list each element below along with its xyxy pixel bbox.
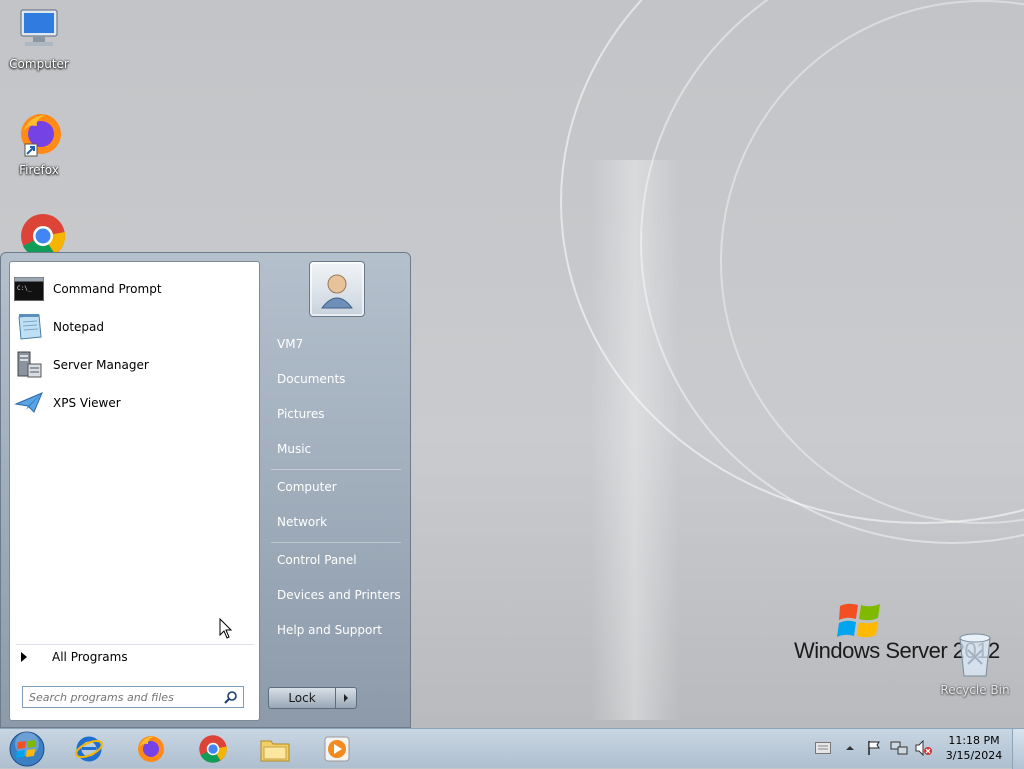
- desktop-icon-label: Firefox: [19, 163, 59, 177]
- desktop-icon-recycle-bin[interactable]: Recycle Bin: [940, 630, 1010, 697]
- desktop-icon-label: Recycle Bin: [940, 683, 1010, 697]
- desktop-icon-label: Computer: [9, 57, 69, 71]
- program-label: Notepad: [53, 320, 104, 334]
- firefox-icon: [138, 736, 164, 762]
- file-explorer-icon: [260, 740, 290, 762]
- user-icon: [320, 274, 354, 309]
- desktop-icon-firefox[interactable]: Firefox: [4, 110, 74, 177]
- clock-time: 11:18 PM: [948, 734, 1000, 747]
- program-command-prompt[interactable]: C:\_ Command Prompt: [13, 272, 256, 306]
- program-label: XPS Viewer: [53, 396, 121, 410]
- svg-text:C:\_: C:\_: [17, 285, 32, 292]
- lock-button[interactable]: Lock: [268, 687, 336, 709]
- volume-muted-icon[interactable]: [915, 740, 933, 756]
- clock-date: 3/15/2024: [945, 749, 1003, 762]
- start-button[interactable]: [2, 731, 52, 767]
- right-item-computer[interactable]: Computer: [269, 472, 407, 502]
- network-icon[interactable]: [890, 740, 908, 756]
- program-label: Command Prompt: [53, 282, 162, 296]
- firefox-icon: [21, 114, 61, 157]
- search-input[interactable]: [27, 689, 221, 705]
- wallpaper-glow: [590, 160, 680, 720]
- taskbar-clock[interactable]: 11:18 PM 3/15/2024: [940, 733, 1008, 763]
- user-avatar[interactable]: [309, 261, 365, 317]
- all-programs-label: All Programs: [52, 650, 128, 664]
- notepad-icon: [18, 314, 42, 340]
- taskbar-chrome[interactable]: [188, 731, 238, 767]
- desktop-icon-computer[interactable]: Computer: [4, 8, 74, 71]
- divider: [16, 644, 254, 645]
- all-programs-button[interactable]: All Programs: [20, 650, 128, 664]
- right-item-control-panel[interactable]: Control Panel: [269, 545, 407, 575]
- windows-orb-icon: [9, 731, 45, 767]
- program-notepad[interactable]: Notepad: [13, 310, 256, 344]
- search-box[interactable]: [22, 686, 244, 708]
- taskbar-file-explorer[interactable]: [250, 731, 300, 767]
- divider: [271, 542, 401, 543]
- right-item-devices-and-printers[interactable]: Devices and Printers: [269, 580, 407, 610]
- right-item-network[interactable]: Network: [269, 507, 407, 537]
- show-desktop-button[interactable]: [1012, 729, 1024, 769]
- lock-options-button[interactable]: [336, 687, 357, 709]
- taskbar-media-player[interactable]: [312, 731, 362, 767]
- right-item-help-and-support[interactable]: Help and Support: [269, 615, 407, 645]
- taskbar: 11:18 PM 3/15/2024: [0, 728, 1024, 769]
- program-server-manager[interactable]: Server Manager: [13, 348, 256, 382]
- program-label: Server Manager: [53, 358, 149, 372]
- right-item-pictures[interactable]: Pictures: [269, 399, 407, 429]
- xps-viewer-icon: [14, 392, 43, 413]
- command-prompt-icon: C:\_: [14, 277, 44, 301]
- keyboard-icon[interactable]: [815, 742, 831, 754]
- start-menu: C:\_ Command Prompt Notepad Server Manag…: [0, 252, 411, 728]
- right-item-documents[interactable]: Documents: [269, 364, 407, 394]
- chrome-icon: [199, 735, 227, 763]
- show-hidden-icons-chevron-icon[interactable]: [845, 743, 855, 753]
- media-player-icon: [324, 736, 350, 762]
- windows-logo-icon: [837, 603, 880, 638]
- computer-icon: [20, 9, 58, 46]
- right-item-user-folder[interactable]: VM7: [269, 329, 407, 359]
- internet-explorer-icon: [75, 736, 103, 762]
- triangle-right-icon: [21, 652, 27, 662]
- lock-control: Lock: [268, 687, 358, 709]
- taskbar-firefox[interactable]: [126, 731, 176, 767]
- recycle-bin-icon: [959, 633, 991, 677]
- search-icon[interactable]: [224, 690, 238, 704]
- divider: [271, 469, 401, 470]
- right-item-music[interactable]: Music: [269, 434, 407, 464]
- chevron-right-icon: [344, 694, 348, 702]
- taskbar-internet-explorer[interactable]: [64, 731, 114, 767]
- server-manager-icon: [17, 351, 42, 378]
- program-xps-viewer[interactable]: XPS Viewer: [13, 386, 256, 420]
- action-center-flag-icon[interactable]: [866, 740, 882, 756]
- start-menu-programs-pane: C:\_ Command Prompt Notepad Server Manag…: [9, 261, 260, 721]
- mouse-cursor-icon: [219, 618, 233, 639]
